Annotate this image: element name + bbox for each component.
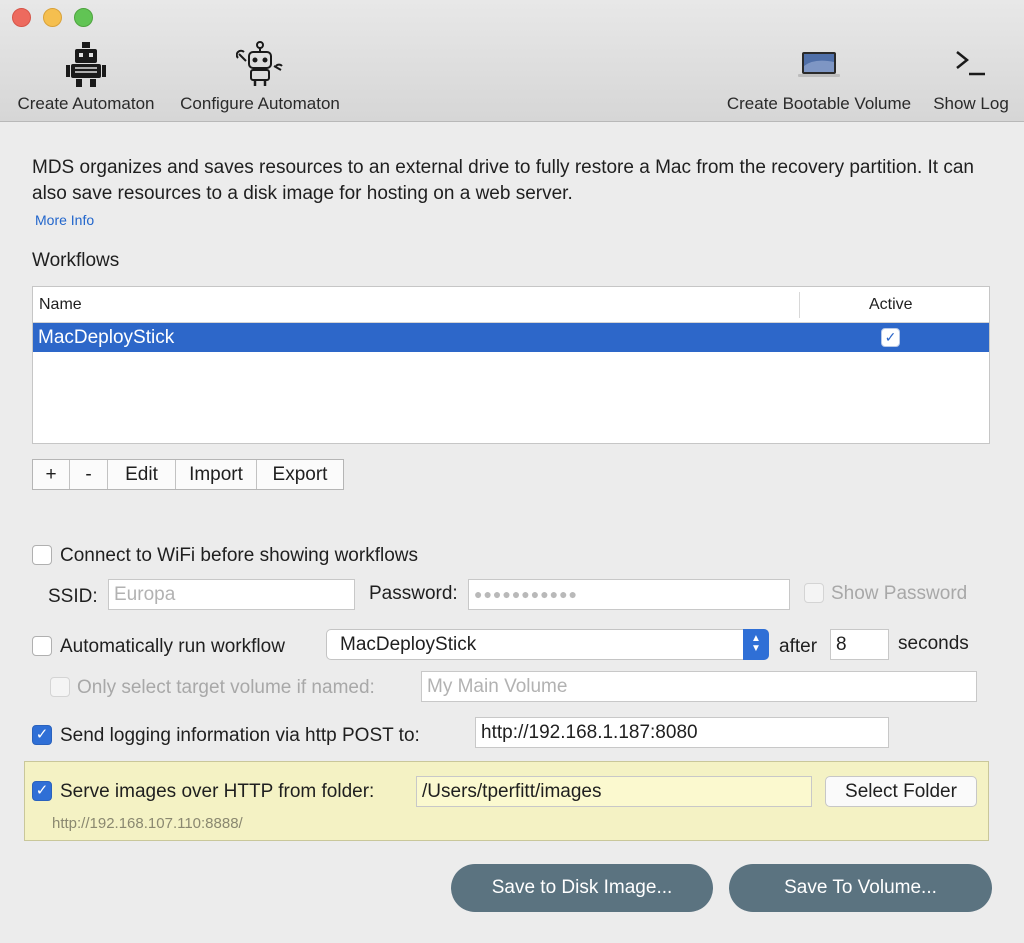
- minimize-window-button[interactable]: [43, 8, 62, 27]
- zoom-window-button[interactable]: [74, 8, 93, 27]
- configure-automaton-label: Configure Automaton: [180, 94, 340, 113]
- table-row[interactable]: MacDeployStick ✓: [33, 323, 989, 352]
- wifi-checkbox[interactable]: [32, 545, 52, 565]
- more-info-link[interactable]: More Info: [35, 212, 94, 228]
- seconds-field[interactable]: 8: [830, 629, 889, 660]
- workflow-select[interactable]: MacDeployStick ▲ ▼: [326, 629, 769, 660]
- workflow-active-checkbox[interactable]: ✓: [881, 328, 900, 347]
- robot-wrench-icon: [236, 41, 283, 86]
- create-automaton-button[interactable]: Create Automaton: [10, 40, 162, 116]
- served-url-text: http://192.168.107.110:8888/: [52, 815, 243, 832]
- add-workflow-button[interactable]: +: [33, 460, 70, 489]
- seconds-label: seconds: [898, 633, 969, 654]
- laptop-icon: [798, 52, 840, 77]
- show-password-checkbox[interactable]: [804, 583, 824, 603]
- create-bootable-volume-button[interactable]: Create Bootable Volume: [718, 40, 920, 116]
- ssid-label: SSID:: [48, 586, 98, 607]
- target-volume-checkbox[interactable]: [50, 677, 70, 697]
- export-workflow-button[interactable]: Export: [257, 460, 343, 489]
- column-divider: [799, 292, 800, 318]
- import-workflow-button[interactable]: Import: [176, 460, 257, 489]
- toolbar: Create Automaton Configure Automaton Cre…: [0, 0, 1024, 122]
- serve-images-checkbox[interactable]: ✓: [32, 781, 52, 801]
- target-volume-label: Only select target volume if named:: [77, 677, 375, 698]
- save-volume-button[interactable]: Save To Volume...: [729, 864, 992, 912]
- show-log-button[interactable]: Show Log: [928, 40, 1014, 116]
- column-header-name[interactable]: Name: [39, 296, 82, 314]
- chevron-updown-icon: ▲ ▼: [743, 629, 769, 660]
- select-folder-button[interactable]: Select Folder: [825, 776, 977, 807]
- target-volume-field[interactable]: My Main Volume: [421, 671, 977, 702]
- logging-checkbox[interactable]: ✓: [32, 725, 52, 745]
- create-automaton-label: Create Automaton: [17, 94, 155, 113]
- password-label: Password:: [369, 583, 458, 604]
- save-disk-image-button[interactable]: Save to Disk Image...: [451, 864, 713, 912]
- workflows-title: Workflows: [32, 250, 120, 271]
- wifi-label: Connect to WiFi before showing workflows: [60, 545, 418, 566]
- autorun-checkbox[interactable]: [32, 636, 52, 656]
- show-log-label: Show Log: [933, 94, 1009, 113]
- terminal-icon: [956, 51, 985, 76]
- password-field[interactable]: ●●●●●●●●●●●: [468, 579, 790, 610]
- autorun-label: Automatically run workflow: [60, 636, 285, 657]
- serve-images-label: Serve images over HTTP from folder:: [60, 781, 375, 802]
- create-bootable-volume-label: Create Bootable Volume: [726, 94, 912, 113]
- description-text: MDS organizes and saves resources to an …: [32, 157, 974, 204]
- configure-automaton-button[interactable]: Configure Automaton: [170, 40, 350, 116]
- logging-url-field[interactable]: http://192.168.1.187:8080: [475, 717, 889, 748]
- ssid-field[interactable]: Europa: [108, 579, 355, 610]
- workflow-select-value: MacDeployStick: [340, 634, 477, 655]
- after-label: after: [779, 636, 818, 657]
- column-header-active[interactable]: Active: [869, 296, 913, 314]
- table-header: Name Active: [33, 287, 989, 323]
- logging-label: Send logging information via http POST t…: [60, 725, 420, 746]
- workflow-name: MacDeployStick: [38, 327, 175, 348]
- edit-workflow-button[interactable]: Edit: [108, 460, 176, 489]
- close-window-button[interactable]: [12, 8, 31, 27]
- mds-window: Create Automaton Configure Automaton Cre…: [0, 0, 1024, 943]
- workflows-table[interactable]: Name Active MacDeployStick ✓: [32, 286, 990, 444]
- remove-workflow-button[interactable]: -: [70, 460, 108, 489]
- robot-icon: [66, 42, 106, 87]
- show-password-label: Show Password: [831, 583, 968, 604]
- serve-folder-field[interactable]: /Users/tperfitt/images: [416, 776, 812, 807]
- workflow-buttons: + - Edit Import Export: [32, 459, 344, 490]
